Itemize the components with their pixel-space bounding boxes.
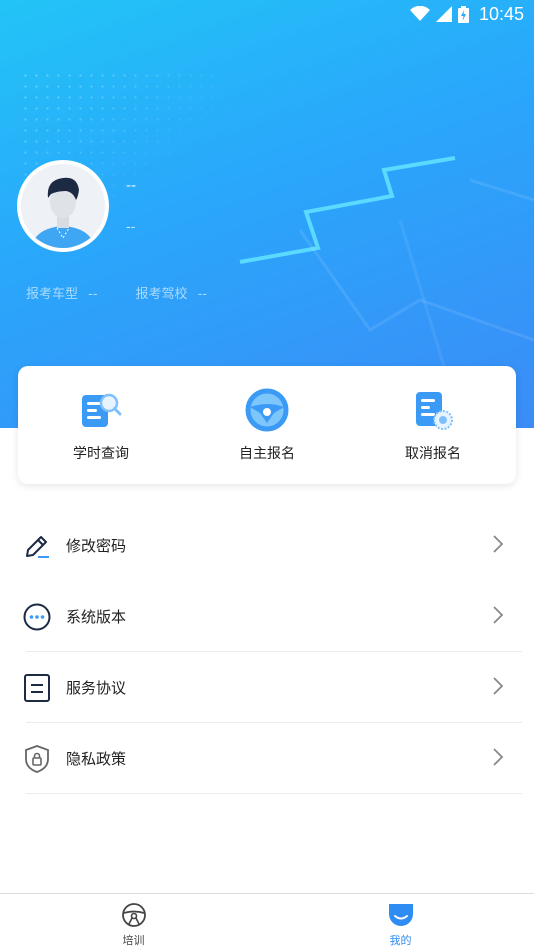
battery-icon xyxy=(457,5,469,23)
pencil-icon xyxy=(22,531,52,561)
user-avatar-icon xyxy=(21,164,105,248)
settings-menu: 修改密码 系统版本 服务协议 隐私政策 xyxy=(0,510,534,794)
school-value: -- xyxy=(197,287,208,302)
status-bar: 10:45 xyxy=(0,0,534,28)
quick-actions-card: 学时查询 自主报名 取消报名 xyxy=(18,366,516,484)
document-icon xyxy=(22,673,52,703)
tab-label-training: 培训 xyxy=(122,934,145,947)
study-hours-query-label: 学时查询 xyxy=(73,446,129,462)
car-type-label: 报考车型 xyxy=(26,287,79,302)
school-label: 报考驾校 xyxy=(135,287,188,302)
cancel-registration-icon xyxy=(416,392,453,430)
profile-icon xyxy=(388,904,413,926)
school-info: 报考驾校 -- xyxy=(136,283,208,302)
menu-label-privacy-policy: 隐私政策 xyxy=(66,750,127,768)
cellular-signal-icon xyxy=(435,6,452,22)
more-dots-icon xyxy=(22,602,52,632)
menu-item-privacy-policy[interactable]: 隐私政策 xyxy=(0,723,534,794)
tab-label-mine: 我的 xyxy=(389,934,412,947)
menu-label-change-password: 修改密码 xyxy=(66,537,127,555)
chevron-right-icon xyxy=(493,606,504,624)
self-registration-button[interactable]: 自主报名 xyxy=(197,387,337,463)
tab-training[interactable]: 培训 xyxy=(0,894,267,950)
status-time: 10:45 xyxy=(478,3,524,24)
menu-divider xyxy=(26,793,522,794)
profile-info-row: 报考车型 -- 报考驾校 -- xyxy=(26,283,207,302)
user-subtitle: -- xyxy=(126,220,136,235)
bottom-tab-bar: 培训 我的 xyxy=(0,893,534,950)
tab-mine[interactable]: 我的 xyxy=(267,894,534,950)
chevron-right-icon xyxy=(493,677,504,695)
steering-wheel-icon xyxy=(121,903,146,927)
car-type-info: 报考车型 -- xyxy=(26,283,98,302)
avatar[interactable] xyxy=(17,160,109,252)
study-hours-search-icon xyxy=(82,393,122,427)
cancel-registration-button[interactable]: 取消报名 xyxy=(363,387,503,463)
car-type-value: -- xyxy=(88,287,98,302)
steering-wheel-icon xyxy=(245,388,289,432)
shield-lock-icon xyxy=(22,744,52,774)
menu-item-service-agreement[interactable]: 服务协议 xyxy=(0,652,534,723)
menu-label-system-version: 系统版本 xyxy=(66,608,127,626)
user-name: -- xyxy=(126,178,137,194)
self-registration-label: 自主报名 xyxy=(239,446,295,462)
menu-item-change-password[interactable]: 修改密码 xyxy=(0,510,534,581)
cancel-registration-label: 取消报名 xyxy=(405,446,461,462)
study-hours-query-button[interactable]: 学时查询 xyxy=(31,387,171,463)
chevron-right-icon xyxy=(493,535,504,553)
wifi-icon xyxy=(409,6,430,21)
menu-item-system-version[interactable]: 系统版本 xyxy=(0,581,534,652)
menu-label-service-agreement: 服务协议 xyxy=(66,679,127,697)
chevron-right-icon xyxy=(493,748,504,766)
